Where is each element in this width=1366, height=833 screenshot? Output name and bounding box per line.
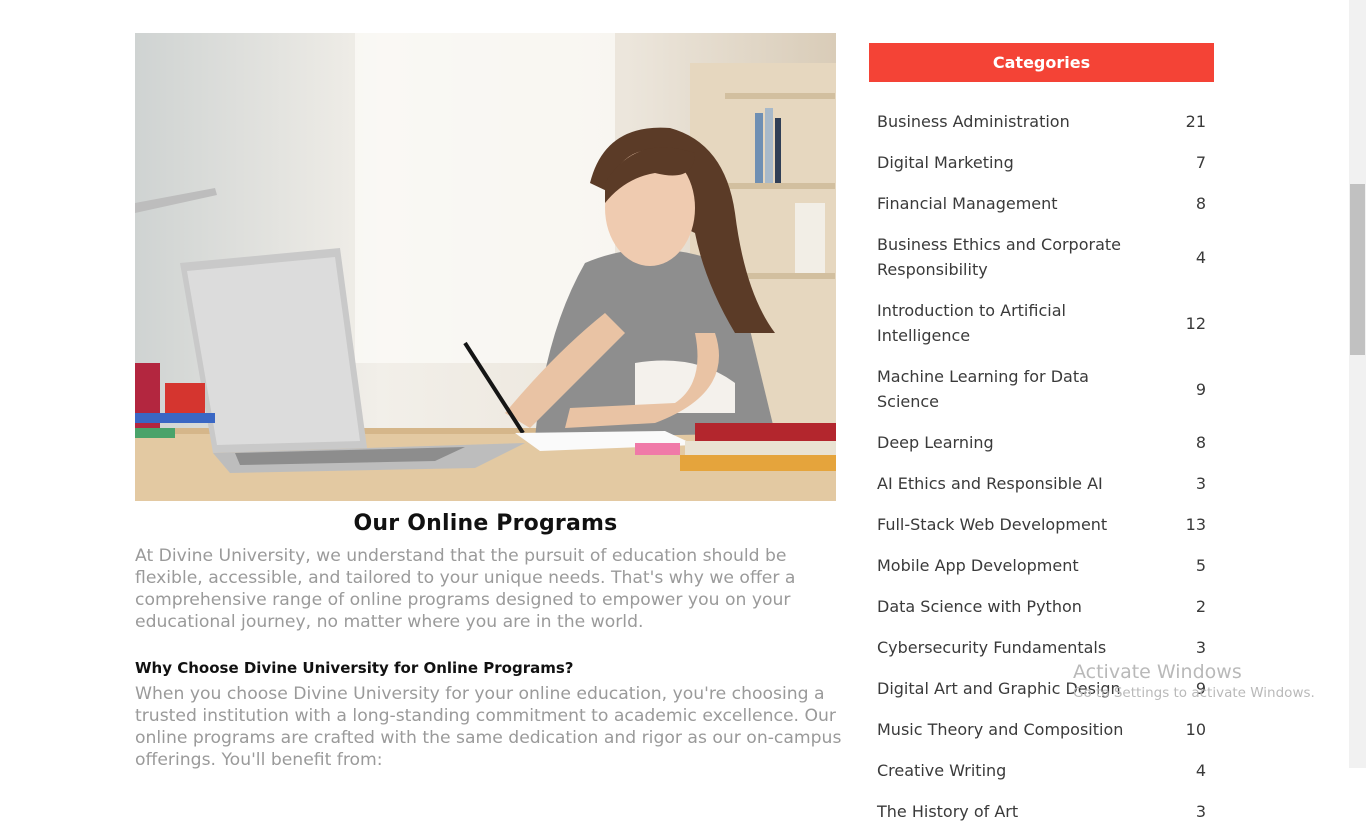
category-name: Full-Stack Web Development — [877, 515, 1108, 534]
category-item[interactable]: Business Ethics and Corporate Responsibi… — [877, 225, 1206, 291]
category-count: 3 — [1195, 802, 1206, 821]
intro-paragraph: At Divine University, we understand that… — [135, 546, 796, 632]
category-count: 4 — [1195, 761, 1206, 780]
category-item[interactable]: Business Administration 21 — [877, 102, 1206, 143]
categories-list: Business Administration 21 Digital Marketi… — [877, 102, 1206, 833]
category-item[interactable]: Cybersecurity Fundamentals 3 — [877, 628, 1206, 669]
category-count: 21 — [1185, 112, 1206, 131]
category-item[interactable]: Financial Management 8 — [877, 184, 1206, 225]
category-count: 3 — [1195, 474, 1206, 493]
category-name: Introduction to Artificial Intelligence — [877, 301, 1066, 345]
category-name: Data Science with Python — [877, 597, 1082, 616]
page-title: Our Online Programs — [353, 511, 618, 536]
category-count: 8 — [1195, 194, 1206, 213]
category-name: Business Ethics and Corporate Responsibi… — [877, 235, 1121, 279]
category-name: Financial Management — [877, 194, 1058, 213]
category-count: 9 — [1195, 679, 1206, 698]
category-count: 7 — [1195, 153, 1206, 172]
category-item[interactable]: Full-Stack Web Development 13 — [877, 505, 1206, 546]
category-item[interactable]: Machine Learning for Data Science 9 — [877, 357, 1206, 423]
category-item[interactable]: Introduction to Artificial Intelligence 1… — [877, 291, 1206, 357]
category-count: 4 — [1195, 247, 1206, 267]
category-item[interactable]: The History of Art 3 — [877, 792, 1206, 833]
category-name: Deep Learning — [877, 433, 994, 452]
hero-image — [135, 33, 836, 501]
category-count: 5 — [1195, 556, 1206, 575]
category-name: Music Theory and Composition — [877, 720, 1124, 739]
category-name: Digital Marketing — [877, 153, 1014, 172]
category-item[interactable]: Data Science with Python 2 — [877, 587, 1206, 628]
category-name: AI Ethics and Responsible AI — [877, 474, 1103, 493]
category-count: 9 — [1195, 379, 1206, 399]
category-name: Mobile App Development — [877, 556, 1079, 575]
category-item[interactable]: Creative Writing 4 — [877, 751, 1206, 792]
category-count: 13 — [1185, 515, 1206, 534]
category-count: 10 — [1185, 720, 1206, 739]
category-item[interactable]: Mobile App Development 5 — [877, 546, 1206, 587]
category-name: The History of Art — [877, 802, 1019, 821]
category-name: Creative Writing — [877, 761, 1007, 780]
category-count: 2 — [1195, 597, 1206, 616]
scrollbar-thumb[interactable] — [1350, 184, 1365, 355]
page-scrollbar[interactable] — [1349, 0, 1366, 768]
category-count: 8 — [1195, 433, 1206, 452]
category-name: Machine Learning for Data Science — [877, 367, 1089, 411]
category-item[interactable]: Music Theory and Composition 10 — [877, 710, 1206, 751]
category-item[interactable]: AI Ethics and Responsible AI 3 — [877, 464, 1206, 505]
categories-header: Categories — [869, 43, 1214, 82]
category-item[interactable]: Deep Learning 8 — [877, 423, 1206, 464]
benefits-paragraph: When you choose Divine University for yo… — [135, 684, 842, 770]
category-name: Cybersecurity Fundamentals — [877, 638, 1107, 657]
category-name: Business Administration — [877, 112, 1070, 131]
category-count: 3 — [1195, 638, 1206, 657]
category-name: Digital Art and Graphic Design — [877, 679, 1121, 698]
category-item[interactable]: Digital Marketing 7 — [877, 143, 1206, 184]
category-count: 12 — [1185, 313, 1206, 333]
section-heading: Why Choose Divine University for Online … — [135, 659, 574, 677]
category-item[interactable]: Digital Art and Graphic Design 9 — [877, 669, 1206, 710]
